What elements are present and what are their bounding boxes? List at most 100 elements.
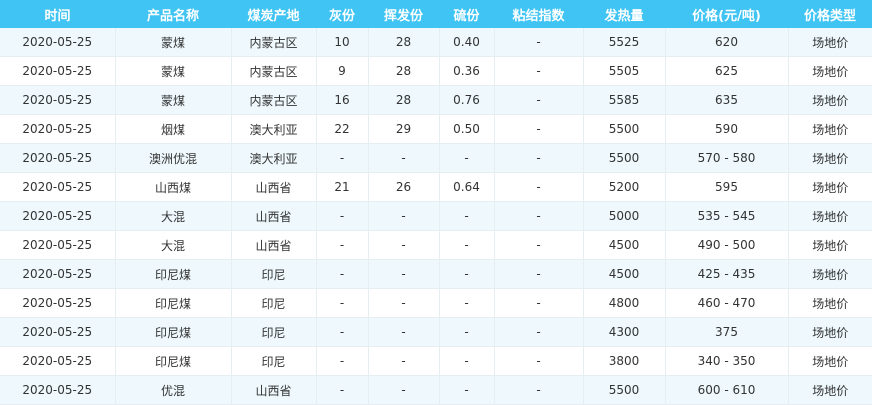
- cell-product-name: 澳洲优混: [115, 143, 232, 173]
- cell-caking-index: -: [494, 85, 584, 115]
- cell-calorific-value: 4300: [583, 317, 666, 347]
- cell-price-type: 场地价: [788, 317, 872, 347]
- cell-price-type: 场地价: [788, 85, 872, 115]
- cell-volatile: 28: [368, 56, 440, 86]
- cell-ash: -: [316, 288, 369, 318]
- cell-sulfur: -: [439, 201, 495, 231]
- cell-sulfur: -: [439, 346, 495, 376]
- cell-price: 490 - 500: [665, 230, 789, 260]
- column-header-calorific-value: 发热量: [583, 0, 665, 28]
- cell-time: 2020-05-25: [0, 172, 116, 202]
- cell-product-name: 印尼煤: [115, 317, 232, 347]
- cell-calorific-value: 3800: [583, 346, 666, 376]
- cell-ash: 10: [316, 28, 369, 57]
- cell-volatile: -: [368, 375, 440, 405]
- cell-coal-origin: 内蒙古区: [231, 85, 317, 115]
- column-header-ash: 灰份: [316, 0, 368, 28]
- cell-caking-index: -: [494, 375, 584, 405]
- column-header-sulfur: 硫份: [439, 0, 494, 28]
- cell-price: 590: [665, 114, 789, 144]
- cell-ash: -: [316, 259, 369, 289]
- table-row: 2020-05-25 印尼煤 印尼 - - - -4300 375 场地价: [0, 317, 872, 347]
- column-header-price-type: 价格类型: [788, 0, 872, 28]
- cell-calorific-value: 5200: [583, 172, 666, 202]
- cell-product-name: 印尼煤: [115, 259, 232, 289]
- cell-ash: -: [316, 201, 369, 231]
- cell-price: 595: [665, 172, 789, 202]
- cell-calorific-value: 5505: [583, 56, 666, 86]
- cell-coal-origin: 内蒙古区: [231, 28, 317, 57]
- cell-time: 2020-05-25: [0, 375, 116, 405]
- cell-calorific-value: 5000: [583, 201, 666, 231]
- cell-caking-index: -: [494, 114, 584, 144]
- cell-time: 2020-05-25: [0, 28, 116, 57]
- cell-product-name: 印尼煤: [115, 288, 232, 318]
- cell-price-type: 场地价: [788, 375, 872, 405]
- cell-time: 2020-05-25: [0, 201, 116, 231]
- cell-price: 600 - 610: [665, 375, 789, 405]
- table-header: 时间 产品名称 煤炭产地 灰份 挥发份 硫份 粘结指数 发热量 价格(元/吨) 价格类型: [0, 0, 872, 28]
- cell-time: 2020-05-25: [0, 230, 116, 260]
- cell-caking-index: -: [494, 201, 584, 231]
- cell-calorific-value: 4500: [583, 230, 666, 260]
- coal-price-table: 时间 产品名称 煤炭产地 灰份 挥发份 硫份 粘结指数 发热量 价格(元/吨) 价格类型 2020…: [0, 0, 872, 405]
- cell-price: 425 - 435: [665, 259, 789, 289]
- cell-caking-index: -: [494, 56, 584, 86]
- table-row: 2020-05-25 印尼煤 印尼 - - - -4800 460 - 470 场地价: [0, 288, 872, 318]
- cell-price-type: 场地价: [788, 172, 872, 202]
- cell-volatile: -: [368, 346, 440, 376]
- cell-price-type: 场地价: [788, 346, 872, 376]
- cell-price-type: 场地价: [788, 259, 872, 289]
- cell-price: 460 - 470: [665, 288, 789, 318]
- cell-caking-index: -: [494, 28, 584, 57]
- cell-calorific-value: 5500: [583, 114, 666, 144]
- cell-coal-origin: 印尼: [231, 288, 317, 318]
- cell-coal-origin: 澳大利亚: [231, 114, 317, 144]
- cell-ash: -: [316, 346, 369, 376]
- column-header-price: 价格(元/吨): [665, 0, 788, 28]
- cell-coal-origin: 山西省: [231, 172, 317, 202]
- cell-product-name: 大混: [115, 230, 232, 260]
- cell-sulfur: -: [439, 230, 495, 260]
- cell-price-type: 场地价: [788, 143, 872, 173]
- cell-sulfur: -: [439, 288, 495, 318]
- cell-coal-origin: 印尼: [231, 317, 317, 347]
- cell-sulfur: -: [439, 143, 495, 173]
- cell-caking-index: -: [494, 317, 584, 347]
- cell-ash: -: [316, 230, 369, 260]
- cell-caking-index: -: [494, 346, 584, 376]
- cell-volatile: -: [368, 317, 440, 347]
- cell-ash: -: [316, 375, 369, 405]
- cell-price: 620: [665, 28, 789, 57]
- column-header-coal-origin: 煤炭产地: [231, 0, 316, 28]
- cell-price-type: 场地价: [788, 28, 872, 57]
- table-row: 2020-05-25 大混 山西省 - - - -5000 535 - 545 场地价: [0, 201, 872, 231]
- cell-time: 2020-05-25: [0, 288, 116, 318]
- cell-volatile: 28: [368, 85, 440, 115]
- column-header-caking-index: 粘结指数: [494, 0, 583, 28]
- table-row: 2020-05-25 蒙煤 内蒙古区 10 28 0.40-5525 620 场地价: [0, 28, 872, 57]
- cell-price: 625: [665, 56, 789, 86]
- cell-calorific-value: 4500: [583, 259, 666, 289]
- cell-time: 2020-05-25: [0, 85, 116, 115]
- cell-coal-origin: 山西省: [231, 201, 317, 231]
- cell-sulfur: 0.64: [439, 172, 495, 202]
- cell-caking-index: -: [494, 172, 584, 202]
- cell-time: 2020-05-25: [0, 346, 116, 376]
- cell-coal-origin: 澳大利亚: [231, 143, 317, 173]
- table-row: 2020-05-25 蒙煤 内蒙古区 16 28 0.76-5585 635 场地价: [0, 85, 872, 115]
- cell-sulfur: 0.40: [439, 28, 495, 57]
- cell-volatile: 26: [368, 172, 440, 202]
- cell-product-name: 烟煤: [115, 114, 232, 144]
- cell-time: 2020-05-25: [0, 259, 116, 289]
- cell-price: 635: [665, 85, 789, 115]
- cell-price-type: 场地价: [788, 230, 872, 260]
- header-row: 时间 产品名称 煤炭产地 灰份 挥发份 硫份 粘结指数 发热量 价格(元/吨) 价格类型: [0, 0, 872, 28]
- cell-coal-origin: 印尼: [231, 259, 317, 289]
- cell-volatile: -: [368, 259, 440, 289]
- table-row: 2020-05-25 澳洲优混 澳大利亚 - - - -5500 570 - 580 场地价: [0, 143, 872, 173]
- cell-calorific-value: 5500: [583, 375, 666, 405]
- cell-sulfur: 0.76: [439, 85, 495, 115]
- cell-sulfur: -: [439, 259, 495, 289]
- cell-price: 535 - 545: [665, 201, 789, 231]
